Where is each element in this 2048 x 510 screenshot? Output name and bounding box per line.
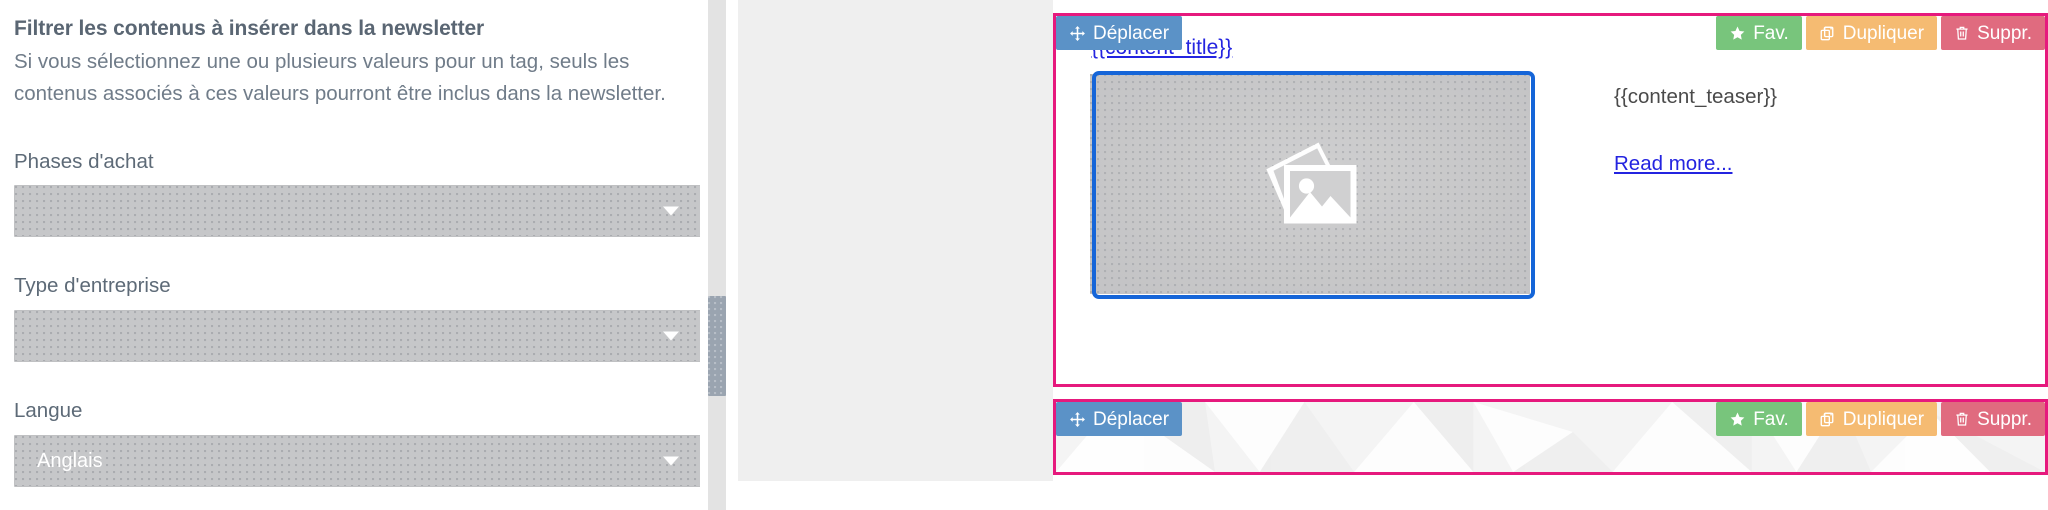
star-icon	[1729, 411, 1746, 428]
copy-icon	[1819, 411, 1836, 428]
move-block-label: Déplacer	[1093, 408, 1170, 430]
duplicate-block-button-content-teaser[interactable]: Dupliquer	[1805, 16, 1938, 50]
vertical-scrollbar-track[interactable]	[708, 0, 726, 510]
block-toolbar-footer-image: Fav. Dupliquer Suppr.	[1716, 402, 2045, 436]
move-arrows-icon	[1069, 411, 1086, 428]
filter-panel: Filtrer les contenus à insérer dans la n…	[0, 0, 700, 510]
favorite-block-button-footer-image[interactable]: Fav.	[1716, 402, 1802, 436]
vertical-scrollbar-thumb[interactable]	[708, 296, 726, 396]
chevron-down-icon	[663, 206, 679, 216]
favorite-block-label: Fav.	[1753, 22, 1789, 44]
move-block-label: Déplacer	[1093, 22, 1170, 44]
move-block-button-footer-image[interactable]: Déplacer	[1056, 402, 1183, 436]
image-stack-placeholder-icon	[1248, 132, 1372, 236]
block-content-inner: Déplacer Fav.	[1056, 16, 2045, 384]
star-icon	[1729, 25, 1746, 42]
newsletter-preview-area: Déplacer Fav. Dupliquer Suppr. {{content…	[1053, 0, 2048, 510]
newsletter-block-content-teaser[interactable]: Déplacer Fav. Dupliquer Suppr. {{content…	[1053, 13, 2048, 387]
select-value-langue: Anglais	[37, 450, 103, 471]
app-screen: Filtrer les contenus à insérer dans la n…	[0, 0, 2048, 510]
field-group-langue: Langue Anglais	[14, 398, 700, 487]
delete-block-label: Suppr.	[1977, 408, 2032, 430]
move-block-button-content-teaser[interactable]: Déplacer	[1056, 16, 1183, 50]
content-teaser-placeholder: {{content_teaser}}	[1614, 85, 1778, 108]
select-langue[interactable]: Anglais	[14, 434, 700, 487]
duplicate-block-label: Dupliquer	[1842, 22, 1925, 44]
favorite-block-button-content-teaser[interactable]: Fav.	[1716, 16, 1802, 50]
field-label-phases-achat: Phases d'achat	[14, 149, 154, 173]
duplicate-block-label: Dupliquer	[1842, 408, 1925, 430]
canvas-backdrop	[738, 0, 1053, 481]
select-type-entreprise[interactable]	[14, 310, 700, 363]
delete-block-button-footer-image[interactable]: Suppr.	[1941, 402, 2045, 436]
block-content-inner: Déplacer Fav.	[1056, 402, 2045, 472]
field-label-type-entreprise: Type d'entreprise	[14, 274, 171, 298]
field-label-langue: Langue	[14, 399, 83, 423]
scrollbar-column	[700, 0, 738, 510]
newsletter-block-footer-image[interactable]: Déplacer Fav. Dupliquer Suppr.	[1053, 399, 2048, 475]
filter-panel-description: Si vous sélectionnez une ou plusieurs va…	[14, 50, 666, 105]
copy-icon	[1819, 25, 1836, 42]
chevron-down-icon	[663, 456, 679, 466]
read-more-link[interactable]: Read more...	[1614, 151, 1733, 178]
filter-panel-title: Filtrer les contenus à insérer dans la n…	[14, 17, 485, 40]
favorite-block-label: Fav.	[1753, 408, 1789, 430]
duplicate-block-button-footer-image[interactable]: Dupliquer	[1805, 402, 1938, 436]
delete-block-label: Suppr.	[1977, 22, 2032, 44]
select-phases-achat[interactable]	[14, 185, 700, 238]
trash-icon	[1954, 411, 1970, 427]
chevron-down-icon	[663, 331, 679, 341]
field-group-phases-achat: Phases d'achat	[14, 149, 700, 238]
move-arrows-icon	[1069, 25, 1086, 42]
block-toolbar-content-teaser: Fav. Dupliquer Suppr.	[1716, 16, 2045, 50]
trash-icon	[1954, 25, 1970, 41]
delete-block-button-content-teaser[interactable]: Suppr.	[1941, 16, 2045, 50]
field-group-type-entreprise: Type d'entreprise	[14, 273, 700, 363]
